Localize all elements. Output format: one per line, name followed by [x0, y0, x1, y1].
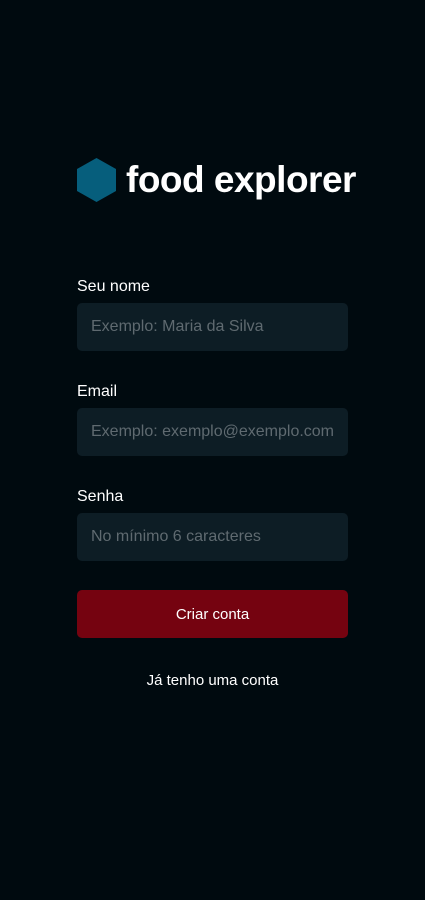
create-account-button[interactable]: Criar conta	[77, 590, 348, 638]
email-field-group: Email	[77, 382, 348, 456]
name-field-group: Seu nome	[77, 277, 348, 351]
password-field-group: Senha	[77, 487, 348, 561]
password-input[interactable]	[77, 513, 348, 561]
email-field-label: Email	[77, 383, 118, 400]
brand: food explorer	[77, 157, 357, 203]
signup-page: food explorer Seu nome Email Senha Criar…	[0, 0, 425, 900]
password-field-label: Senha	[77, 488, 124, 505]
name-field-label: Seu nome	[77, 278, 150, 295]
email-input[interactable]	[77, 408, 348, 456]
hexagon-logo-icon	[77, 158, 116, 202]
login-link[interactable]: Já tenho uma conta	[77, 671, 348, 691]
brand-name: food explorer	[126, 159, 356, 200]
hexagon-logo-shape	[77, 158, 116, 202]
name-input[interactable]	[77, 303, 348, 351]
